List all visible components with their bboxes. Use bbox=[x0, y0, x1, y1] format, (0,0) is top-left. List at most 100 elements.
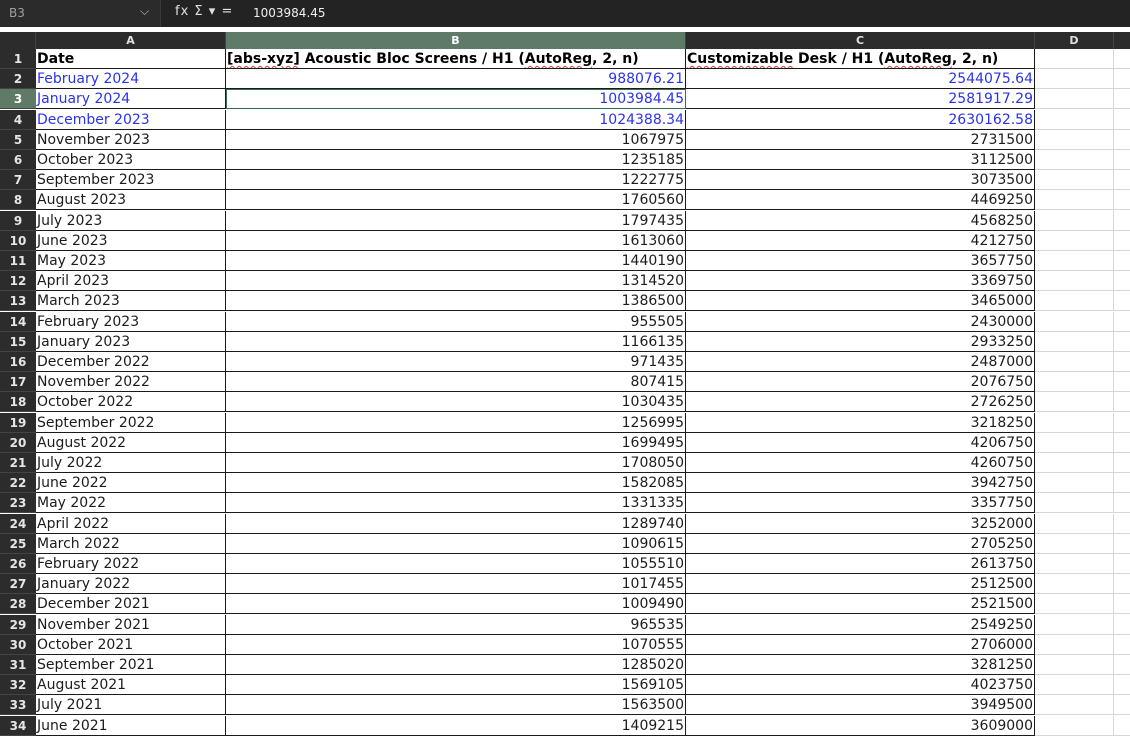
cell-d[interactable] bbox=[1035, 372, 1114, 393]
cell-e[interactable] bbox=[1114, 110, 1130, 130]
cell-value-c[interactable]: 2726250 bbox=[686, 392, 1035, 413]
cell-value-c[interactable]: 4260750 bbox=[686, 453, 1035, 473]
cell-value-b[interactable]: 1009490 bbox=[226, 594, 686, 615]
row-header[interactable]: 26 bbox=[0, 554, 36, 574]
cell-e[interactable] bbox=[1114, 675, 1130, 696]
cell-value-b[interactable]: 1699495 bbox=[226, 432, 686, 453]
cell-date[interactable]: July 2022 bbox=[36, 453, 226, 473]
cell-date[interactable]: August 2023 bbox=[36, 190, 226, 211]
cell-e[interactable] bbox=[1114, 150, 1130, 170]
cell-value-c[interactable]: 3657750 bbox=[686, 251, 1035, 271]
cell-e[interactable] bbox=[1114, 493, 1130, 514]
row-header[interactable]: 10 bbox=[0, 230, 36, 251]
function-wizard-icon[interactable]: fx bbox=[175, 4, 189, 19]
cell-d[interactable] bbox=[1035, 190, 1114, 211]
row-header[interactable]: 16 bbox=[0, 352, 36, 372]
cell-value-b[interactable]: 1797435 bbox=[226, 210, 686, 231]
cell-value-b[interactable]: 965535 bbox=[226, 614, 686, 635]
cell-value-c[interactable]: 3218250 bbox=[686, 412, 1035, 433]
row-header[interactable]: 13 bbox=[0, 291, 36, 312]
cell-d[interactable] bbox=[1035, 574, 1114, 595]
cell-e[interactable] bbox=[1114, 251, 1130, 271]
cell-value-c[interactable]: 3609000 bbox=[686, 715, 1035, 736]
cell-value-b[interactable]: 1235185 bbox=[226, 150, 686, 170]
cell-column-c-header[interactable]: Customizable Desk / H1 (AutoReg, 2, n) bbox=[686, 49, 1035, 69]
cell-d[interactable] bbox=[1035, 230, 1114, 251]
cell-value-c[interactable]: 3281250 bbox=[686, 655, 1035, 675]
cell-value-c[interactable]: 3465000 bbox=[686, 291, 1035, 312]
cell-date[interactable]: October 2023 bbox=[36, 150, 226, 170]
cell-date[interactable]: January 2022 bbox=[36, 574, 226, 595]
cell-e[interactable] bbox=[1114, 130, 1130, 150]
cell-d[interactable] bbox=[1035, 109, 1114, 130]
cell-d[interactable] bbox=[1035, 715, 1114, 736]
cell-d[interactable] bbox=[1035, 695, 1114, 716]
cell-date[interactable]: September 2023 bbox=[36, 170, 226, 191]
row-header[interactable]: 27 bbox=[0, 574, 36, 595]
cell-value-b[interactable]: 1760560 bbox=[226, 190, 686, 211]
row-header[interactable]: 7 bbox=[0, 170, 36, 191]
cell-date[interactable]: August 2022 bbox=[36, 432, 226, 453]
cell-value-b[interactable]: 1563500 bbox=[226, 695, 686, 716]
cell-date[interactable]: September 2022 bbox=[36, 412, 226, 433]
column-header-next[interactable] bbox=[1114, 32, 1130, 49]
cell-d[interactable] bbox=[1035, 392, 1114, 413]
cell-value-c[interactable]: 2076750 bbox=[686, 372, 1035, 393]
cell-value-c[interactable]: 3942750 bbox=[686, 473, 1035, 494]
cell-date[interactable]: May 2023 bbox=[36, 251, 226, 271]
cell-date[interactable]: December 2021 bbox=[36, 594, 226, 615]
cell-value-c[interactable]: 2630162.58 bbox=[686, 109, 1035, 130]
column-header-d[interactable]: D bbox=[1035, 32, 1114, 49]
chevron-down-icon[interactable]: ⌵ bbox=[140, 4, 149, 19]
row-header[interactable]: 19 bbox=[0, 412, 36, 433]
cell-e[interactable] bbox=[1114, 594, 1130, 615]
cell-e[interactable] bbox=[1114, 49, 1130, 69]
cell-value-c[interactable]: 2933250 bbox=[686, 331, 1035, 352]
cell-e[interactable] bbox=[1114, 554, 1130, 574]
cell-e[interactable] bbox=[1114, 312, 1130, 332]
cell-date[interactable]: July 2023 bbox=[36, 210, 226, 231]
row-header[interactable]: 29 bbox=[0, 614, 36, 635]
cell-d[interactable] bbox=[1035, 331, 1114, 352]
cell-value-b[interactable]: 1166135 bbox=[226, 331, 686, 352]
cell-e[interactable] bbox=[1114, 716, 1130, 736]
cell-e[interactable] bbox=[1114, 69, 1130, 90]
cell-value-b[interactable]: 1409215 bbox=[226, 715, 686, 736]
formula-input[interactable]: 1003984.45 bbox=[253, 6, 326, 20]
cell-date-header[interactable]: Date bbox=[36, 49, 226, 69]
cell-d[interactable] bbox=[1035, 493, 1114, 514]
cell-value-b[interactable]: 1386500 bbox=[226, 291, 686, 312]
row-header[interactable]: 9 bbox=[0, 210, 36, 231]
cell-e[interactable] bbox=[1114, 231, 1130, 251]
select-all-corner[interactable] bbox=[0, 32, 36, 49]
cell-e[interactable] bbox=[1114, 534, 1130, 554]
row-header[interactable]: 28 bbox=[0, 594, 36, 615]
cell-d[interactable] bbox=[1035, 271, 1114, 292]
cell-value-c[interactable]: 2613750 bbox=[686, 554, 1035, 574]
cell-value-c[interactable]: 2549250 bbox=[686, 614, 1035, 635]
cell-e[interactable] bbox=[1114, 170, 1130, 191]
cell-e[interactable] bbox=[1114, 332, 1130, 352]
cell-value-b[interactable]: 955505 bbox=[226, 311, 686, 332]
cell-value-c[interactable]: 2706000 bbox=[686, 634, 1035, 655]
cell-value-c[interactable]: 4568250 bbox=[686, 210, 1035, 231]
row-header[interactable]: 17 bbox=[0, 372, 36, 393]
cell-value-c[interactable]: 3112500 bbox=[686, 150, 1035, 170]
cell-date[interactable]: February 2022 bbox=[36, 554, 226, 574]
cell-e[interactable] bbox=[1114, 372, 1130, 393]
cell-e[interactable] bbox=[1114, 352, 1130, 372]
cell-value-b[interactable]: 1024388.34 bbox=[226, 109, 686, 130]
sum-icon[interactable]: Σ bbox=[194, 4, 203, 19]
cell-e[interactable] bbox=[1114, 433, 1130, 453]
cell-e[interactable] bbox=[1114, 89, 1130, 110]
cell-value-b[interactable]: 1256995 bbox=[226, 412, 686, 433]
column-header-b[interactable]: B bbox=[226, 32, 686, 49]
cell-date[interactable]: June 2021 bbox=[36, 715, 226, 736]
row-header[interactable]: 22 bbox=[0, 473, 36, 494]
row-header[interactable]: 24 bbox=[0, 513, 36, 534]
sum-dropdown-icon[interactable]: ▾ bbox=[209, 4, 217, 19]
cell-value-b[interactable]: 1070555 bbox=[226, 634, 686, 655]
cell-value-c[interactable]: 4023750 bbox=[686, 675, 1035, 696]
row-header[interactable]: 4 bbox=[0, 109, 36, 130]
cell-d[interactable] bbox=[1035, 473, 1114, 494]
